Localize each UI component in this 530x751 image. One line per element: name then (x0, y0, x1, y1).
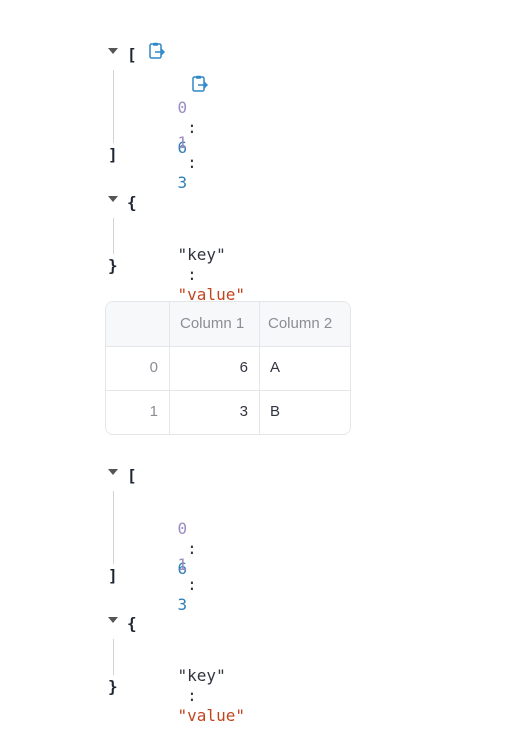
collapse-triangle-icon[interactable] (108, 469, 118, 475)
item-index: 1 (177, 133, 188, 152)
collapse-triangle-icon[interactable] (108, 617, 118, 623)
tree-guide-line (113, 491, 114, 564)
object-close-brace: } (108, 256, 118, 275)
object-close-brace: } (108, 677, 118, 696)
dataframe-table[interactable]: Column 1 Column 2 0 6 A 1 3 B (105, 301, 351, 435)
row-index: 0 (149, 359, 158, 376)
item-colon: : (177, 153, 207, 172)
collapse-triangle-icon[interactable] (108, 196, 118, 202)
index-column-header[interactable] (106, 302, 169, 346)
tree-guide-line (113, 218, 114, 254)
collapse-triangle-icon[interactable] (108, 48, 118, 54)
list-open-bracket: [ (127, 466, 137, 485)
object-open-brace: { (127, 193, 137, 212)
object-open-brace: { (127, 614, 137, 633)
table-cell[interactable]: A (259, 346, 350, 390)
entry-colon: : (177, 686, 207, 705)
item-value: 3 (177, 173, 188, 192)
item-value: 3 (177, 595, 188, 614)
column-header[interactable]: Column 1 (169, 302, 259, 346)
table-cell[interactable]: B (259, 390, 350, 434)
tree-guide-line (113, 70, 114, 143)
list-item[interactable]: 1 : 3 (139, 113, 206, 213)
object-entry[interactable]: "key" : "value" (139, 646, 245, 746)
table-cell[interactable]: 3 (169, 390, 259, 434)
item-index: 1 (177, 555, 188, 574)
copy-to-clipboard-icon[interactable] (149, 42, 166, 60)
item-colon: : (177, 575, 207, 594)
table-cell[interactable]: 6 (169, 346, 259, 390)
list-open-bracket: [ (127, 45, 137, 64)
entry-value: "value" (177, 706, 245, 725)
list-close-bracket: ] (108, 566, 118, 585)
tree-guide-line (113, 639, 114, 675)
row-index: 1 (149, 403, 158, 420)
list-item[interactable]: 1 : 3 (139, 535, 206, 635)
list-close-bracket: ] (108, 145, 118, 164)
entry-colon: : (177, 265, 207, 284)
entry-key: "key" (177, 666, 226, 685)
copy-to-clipboard-icon[interactable] (192, 75, 209, 93)
column-header[interactable]: Column 2 (259, 302, 350, 346)
entry-key: "key" (177, 245, 226, 264)
